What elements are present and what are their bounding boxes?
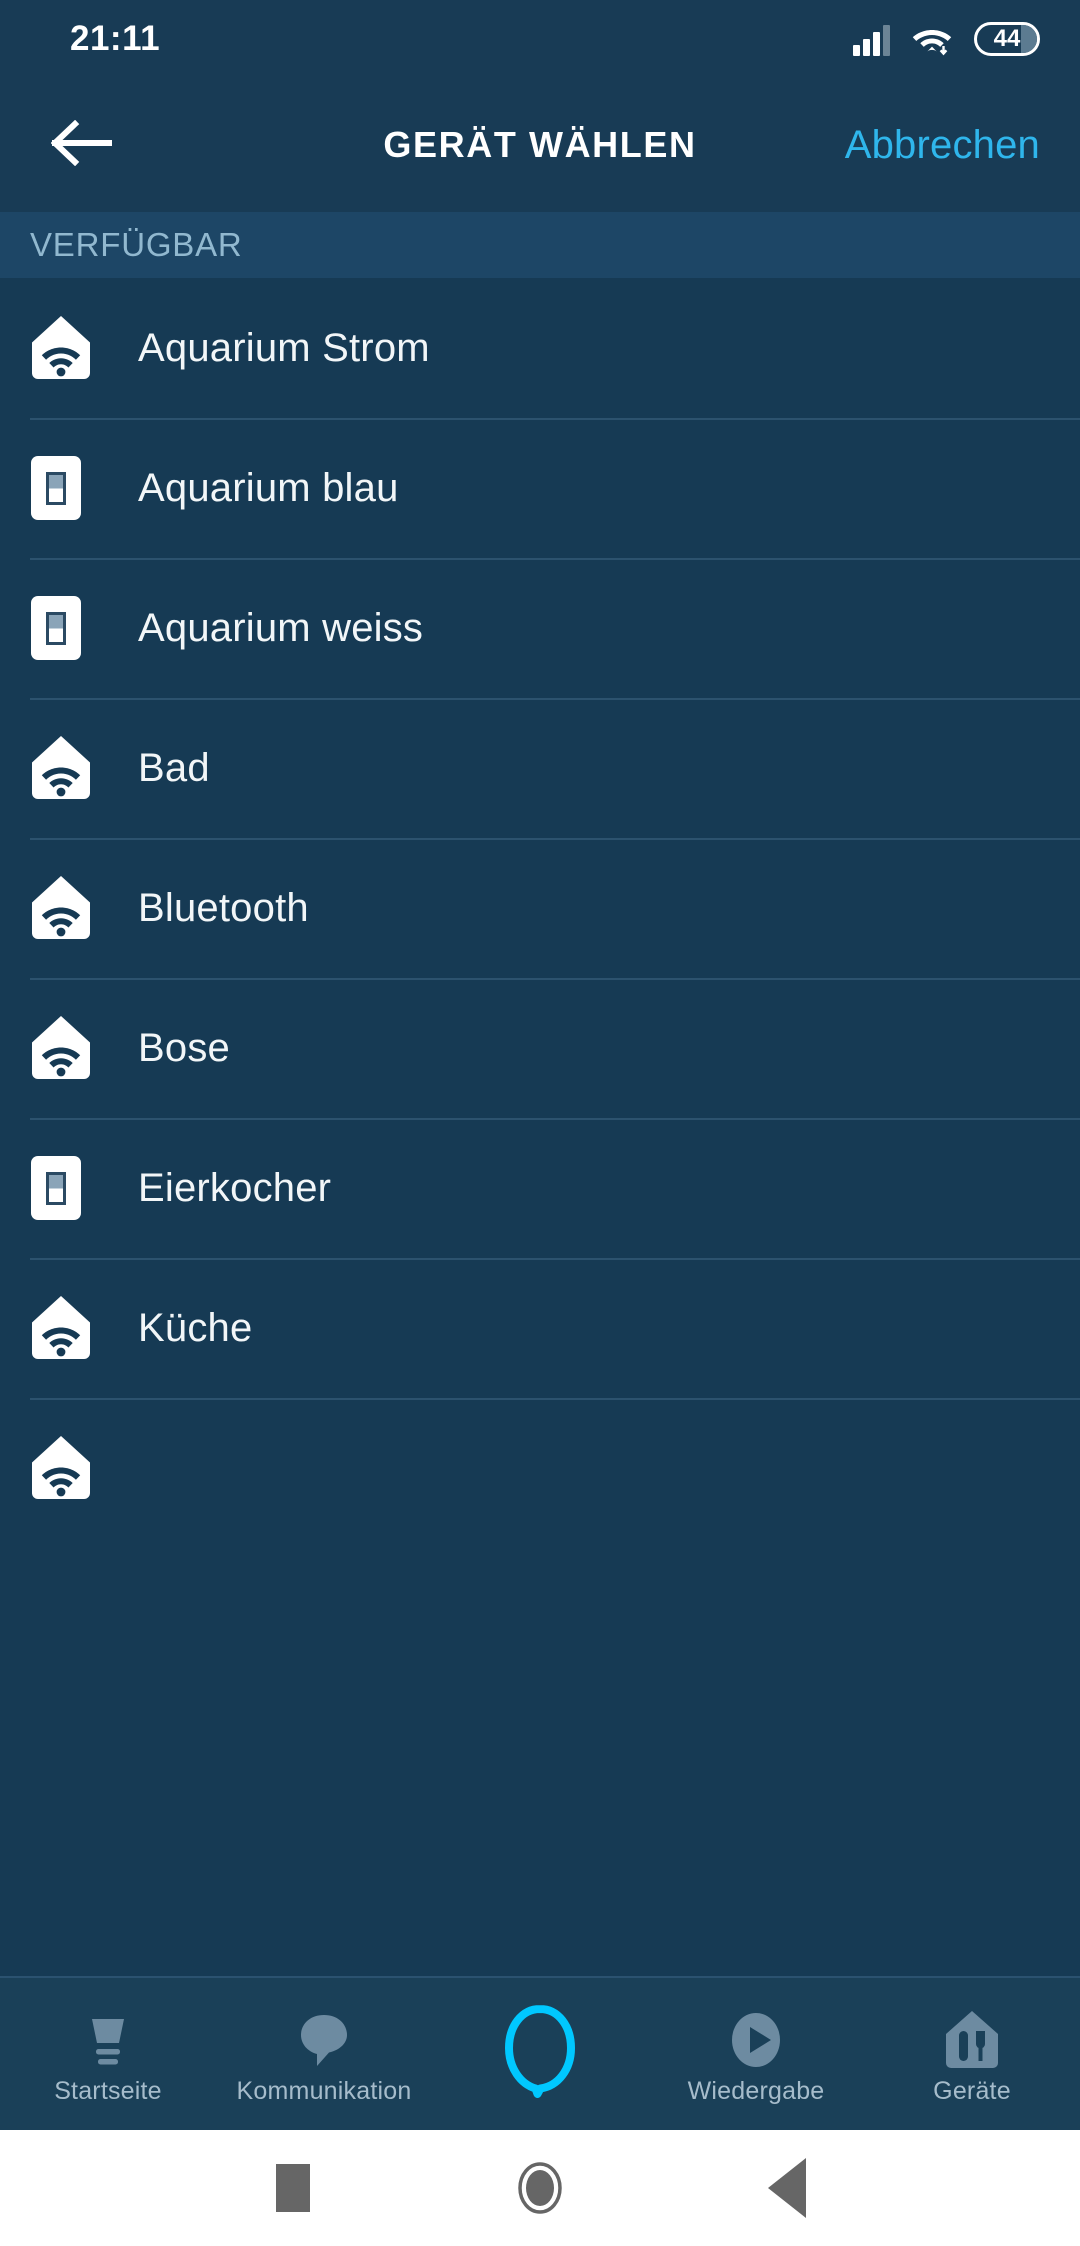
play-circle-icon: [726, 2009, 786, 2071]
device-list-item[interactable]: Küche: [0, 1258, 1080, 1398]
echo-home-wifi-icon: [32, 1016, 90, 1079]
bottom-nav-item-startseite[interactable]: Startseite: [0, 1978, 216, 2130]
devices-icon: [946, 2010, 998, 2068]
home-icon: [92, 2018, 124, 2064]
signal-bars-icon: [853, 24, 890, 56]
echo-home-wifi-icon: [30, 315, 106, 381]
device-name-label: Bad: [138, 745, 210, 790]
bottom-nav-label: Wiedergabe: [687, 2076, 825, 2105]
battery-icon: 44: [974, 22, 1040, 56]
back-arrow-icon: [50, 119, 113, 171]
device-list-item[interactable]: Aquarium Strom: [0, 278, 1080, 418]
app-screen: 21:11 44 GERÄT WÄHLEN Abbrechen VERFÜGBA…: [0, 0, 1080, 2246]
alexa-ring-icon: [503, 2004, 577, 2098]
bottom-nav-item-kommunikation[interactable]: Kommunikation: [216, 1978, 432, 2130]
alexa-ring-icon: [505, 2005, 575, 2098]
triangle-back-icon[interactable]: [727, 2130, 847, 2246]
echo-home-wifi-icon: [30, 875, 106, 941]
echo-home-wifi-icon: [32, 876, 90, 939]
echo-home-wifi-icon: [32, 316, 90, 379]
light-switch-icon: [30, 455, 106, 521]
echo-home-wifi-icon: [30, 735, 106, 801]
battery-level: 44: [993, 25, 1021, 52]
bottom-nav-label: Geräte: [933, 2076, 1011, 2105]
light-switch-icon: [30, 595, 106, 661]
bottom-nav-item-geräte[interactable]: Geräte: [864, 1978, 1080, 2130]
wifi-icon: [912, 24, 952, 56]
android-navigation-bar: [0, 2130, 1080, 2246]
device-name-label: Küche: [138, 1305, 253, 1350]
circle-home-icon[interactable]: [480, 2130, 600, 2246]
echo-home-wifi-icon: [32, 1296, 90, 1359]
device-name-label: Eierkocher: [138, 1165, 332, 1210]
device-name-label: Aquarium Strom: [138, 325, 430, 370]
device-name-label: Aquarium blau: [138, 465, 399, 510]
echo-home-wifi-icon: [30, 1015, 106, 1081]
device-name-label: Bose: [138, 1025, 230, 1070]
device-list[interactable]: Aquarium Strom Aquarium blau Aquarium weis…: [0, 278, 1080, 1976]
device-name-label: Bluetooth: [138, 885, 309, 930]
device-list-item[interactable]: Bad: [0, 698, 1080, 838]
bottom-nav-item-alexa[interactable]: [432, 1978, 648, 2130]
device-name-label: Aquarium weiss: [138, 605, 424, 650]
section-header-available: VERFÜGBAR: [0, 212, 1080, 278]
device-list-item[interactable]: Aquarium blau: [0, 418, 1080, 558]
status-bar: 21:11 44: [0, 0, 1080, 78]
back-button[interactable]: [34, 97, 130, 193]
status-icons: 44: [853, 22, 1040, 56]
light-switch-icon: [31, 456, 81, 520]
light-switch-icon: [30, 1155, 106, 1221]
speech-bubble-icon: [296, 2009, 352, 2071]
device-list-item[interactable]: Bose: [0, 978, 1080, 1118]
light-switch-icon: [31, 596, 81, 660]
bottom-nav-label: Kommunikation: [236, 2076, 412, 2105]
square-recents-icon[interactable]: [233, 2130, 353, 2246]
device-list-item[interactable]: [0, 1398, 1080, 1538]
speech-bubble-icon: [301, 2014, 347, 2066]
play-circle-icon: [732, 2012, 780, 2067]
echo-home-wifi-icon: [30, 1435, 106, 1501]
device-list-item[interactable]: Aquarium weiss: [0, 558, 1080, 698]
home-icon: [81, 2009, 135, 2071]
device-list-item[interactable]: Bluetooth: [0, 838, 1080, 978]
status-clock: 21:11: [70, 19, 161, 58]
app-header: GERÄT WÄHLEN Abbrechen: [0, 78, 1080, 212]
echo-home-wifi-icon: [30, 1295, 106, 1361]
section-header-label: VERFÜGBAR: [30, 226, 243, 263]
light-switch-icon: [31, 1156, 81, 1220]
bottom-navigation: Startseite Kommunikation Wiedergabe Geräte: [0, 1976, 1080, 2130]
device-list-item[interactable]: Eierkocher: [0, 1118, 1080, 1258]
echo-home-wifi-icon: [32, 736, 90, 799]
devices-icon: [943, 2009, 1001, 2071]
bottom-nav-label: Startseite: [54, 2076, 162, 2105]
echo-home-wifi-icon: [32, 1436, 90, 1499]
bottom-nav-item-wiedergabe[interactable]: Wiedergabe: [648, 1978, 864, 2130]
cancel-button[interactable]: Abbrechen: [845, 123, 1046, 168]
